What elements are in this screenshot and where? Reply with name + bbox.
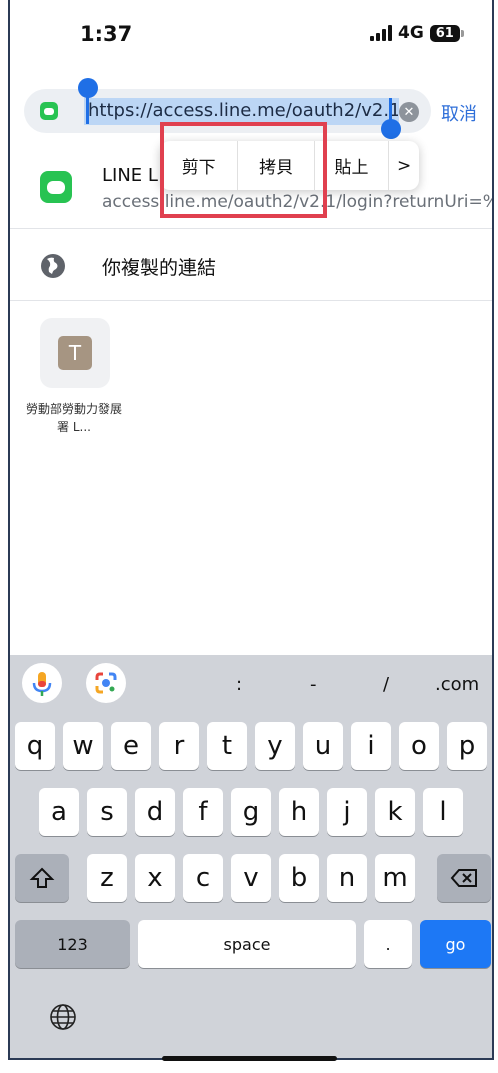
key-k[interactable]: k	[375, 788, 415, 836]
key-c[interactable]: c	[183, 854, 223, 902]
period-key[interactable]: .	[364, 920, 412, 968]
key-b[interactable]: b	[279, 854, 319, 902]
network-type: 4G	[398, 23, 424, 43]
cancel-button[interactable]: 取消	[441, 100, 477, 126]
key-v[interactable]: v	[231, 854, 271, 902]
dotcom-key[interactable]: .com	[435, 674, 479, 695]
key-f[interactable]: f	[183, 788, 223, 836]
home-indicator	[162, 1056, 337, 1061]
slash-key[interactable]: /	[383, 674, 389, 695]
go-button[interactable]: go	[420, 920, 491, 968]
divider	[10, 300, 492, 301]
status-indicators: 4G 61	[370, 23, 464, 43]
key-r[interactable]: r	[159, 722, 199, 770]
more-options-chevron-icon[interactable]: >	[389, 141, 419, 190]
key-e[interactable]: e	[111, 722, 151, 770]
colon-key[interactable]: :	[236, 674, 242, 695]
microphone-icon[interactable]	[22, 663, 62, 703]
numbers-key[interactable]: 123	[15, 920, 130, 968]
globe-keyboard-icon[interactable]	[48, 1002, 78, 1032]
key-t[interactable]: t	[207, 722, 247, 770]
selection-end-handle[interactable]	[381, 119, 401, 139]
signal-icon	[370, 25, 392, 41]
url-input[interactable]: https://access.line.me/oauth2/v2.1/l	[88, 100, 398, 121]
key-n[interactable]: n	[327, 854, 367, 902]
status-time: 1:37	[80, 22, 133, 46]
key-g[interactable]: g	[231, 788, 271, 836]
keyboard: : - / .com q w e r t y u i o p a s d f g…	[10, 655, 492, 1058]
key-j[interactable]: j	[327, 788, 367, 836]
highlight-annotation-box	[160, 122, 327, 218]
key-h[interactable]: h	[279, 788, 319, 836]
backspace-icon[interactable]	[437, 854, 491, 902]
line-favicon-icon	[40, 102, 58, 120]
clear-icon[interactable]: ✕	[399, 102, 419, 122]
divider	[10, 228, 492, 229]
key-y[interactable]: y	[255, 722, 295, 770]
space-key[interactable]: space	[138, 920, 356, 968]
key-d[interactable]: d	[135, 788, 175, 836]
shortcut-tile[interactable]: T	[40, 318, 110, 388]
keyboard-shortcut-row: : - / .com	[10, 655, 492, 713]
key-u[interactable]: u	[303, 722, 343, 770]
battery-level: 61	[435, 25, 454, 41]
key-m[interactable]: m	[375, 854, 415, 902]
line-app-icon	[40, 171, 72, 203]
selection-start-handle[interactable]	[78, 78, 98, 98]
copied-link-label[interactable]: 你複製的連結	[102, 253, 216, 280]
key-a[interactable]: a	[39, 788, 79, 836]
dash-key[interactable]: -	[310, 674, 317, 695]
key-i[interactable]: i	[351, 722, 391, 770]
key-x[interactable]: x	[135, 854, 175, 902]
globe-icon	[41, 254, 65, 278]
shift-icon[interactable]	[15, 854, 69, 902]
key-z[interactable]: z	[87, 854, 127, 902]
key-p[interactable]: p	[447, 722, 487, 770]
google-lens-icon[interactable]	[86, 663, 126, 703]
suggestion-title[interactable]: LINE L	[102, 165, 158, 186]
key-o[interactable]: o	[399, 722, 439, 770]
key-w[interactable]: w	[63, 722, 103, 770]
key-s[interactable]: s	[87, 788, 127, 836]
battery-icon: 61	[429, 24, 464, 42]
key-l[interactable]: l	[423, 788, 463, 836]
phone-screen: 1:37 4G 61 https://access.line.me/oauth2…	[8, 0, 494, 1060]
shortcut-name[interactable]: 勞動部勞動力發展署 L...	[24, 400, 124, 436]
key-q[interactable]: q	[15, 722, 55, 770]
selection-start-line	[86, 96, 89, 124]
shortcut-letter-icon: T	[58, 336, 92, 370]
